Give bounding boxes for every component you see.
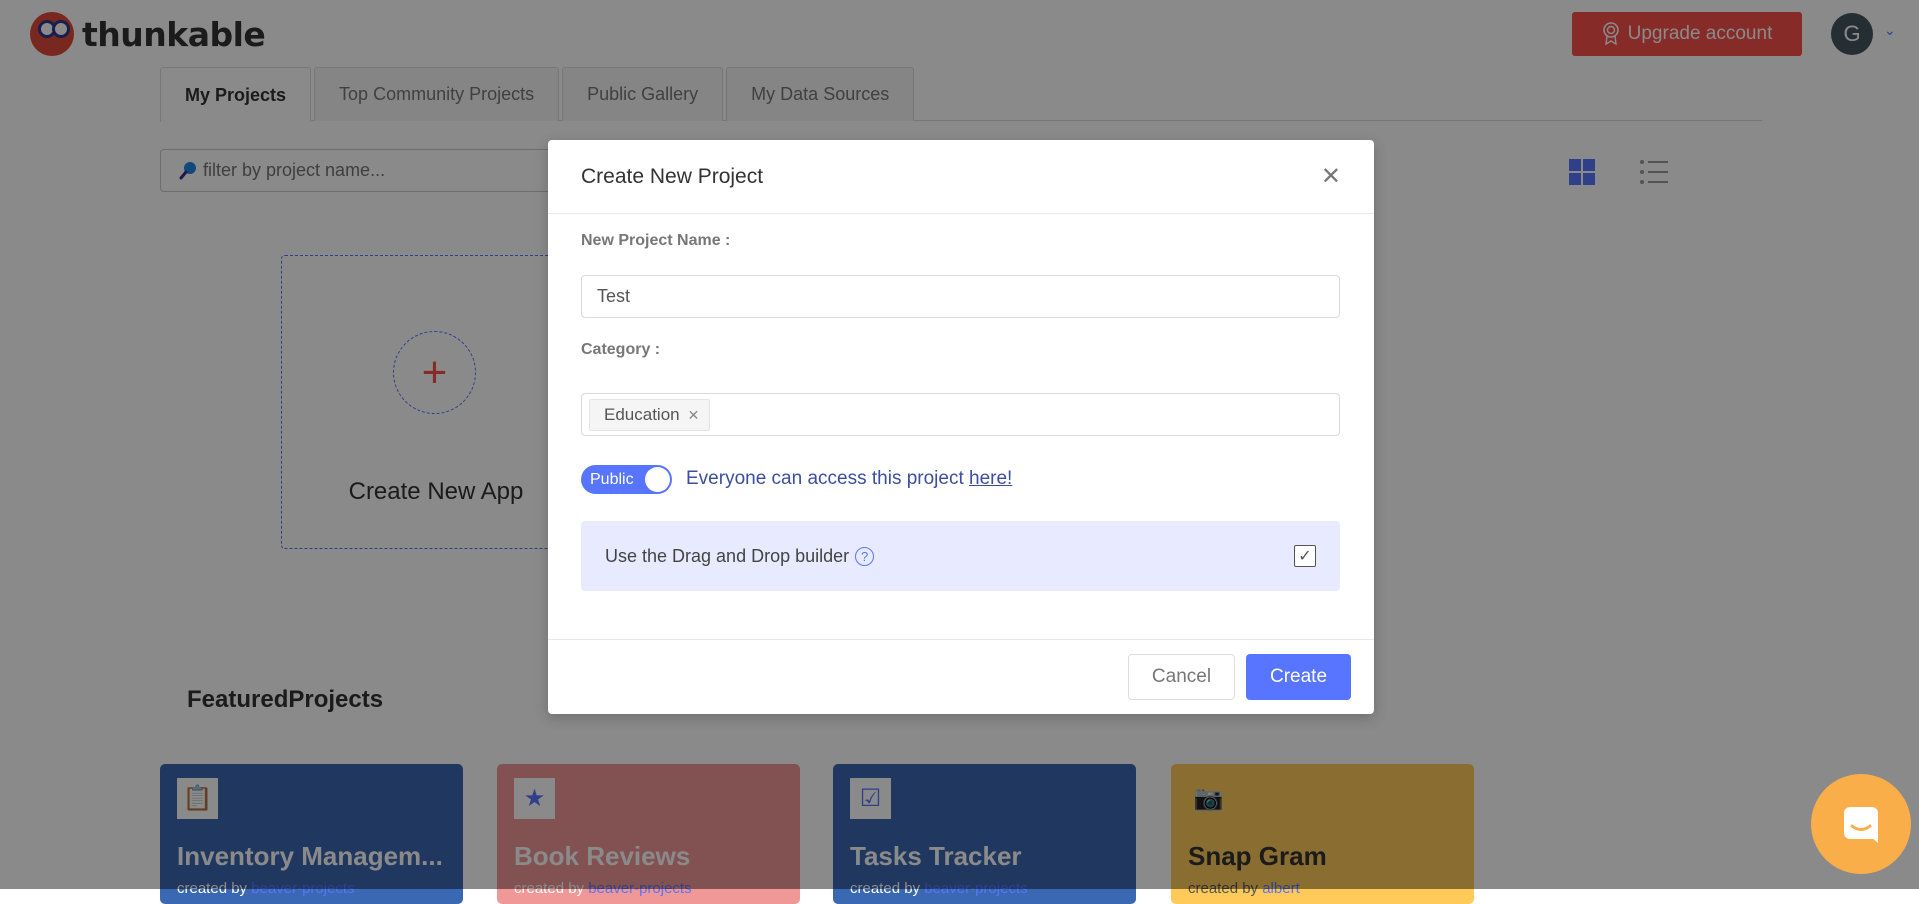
here-link[interactable]: here! (969, 468, 1012, 489)
modal-title: Create New Project (581, 164, 764, 188)
project-name-input[interactable] (582, 276, 1339, 317)
project-name-label: New Project Name : (581, 232, 731, 249)
dnd-checkbox[interactable]: ✓ (1294, 545, 1316, 567)
toggle-knob (645, 467, 670, 492)
close-icon[interactable]: ✕ (1321, 162, 1341, 191)
help-icon[interactable]: ? (855, 546, 875, 566)
category-tag-label: Education (604, 405, 680, 424)
toggle-label: Public (590, 470, 634, 488)
drag-drop-builder-option: Use the Drag and Drop builder? ✓ (581, 521, 1340, 591)
public-toggle[interactable]: Public (581, 465, 672, 494)
dnd-label: Use the Drag and Drop builder (605, 545, 850, 566)
category-label: Category : (581, 341, 661, 358)
create-button[interactable]: Create (1246, 654, 1351, 700)
public-description: Everyone can access this project here! (686, 468, 1012, 490)
category-tag: Education ✕ (589, 399, 711, 431)
category-select[interactable]: Education ✕ (581, 393, 1340, 436)
cancel-button[interactable]: Cancel (1128, 654, 1235, 700)
remove-tag-icon[interactable]: ✕ (688, 407, 700, 424)
create-project-modal: Create New Project ✕ New Project Name : … (548, 140, 1374, 714)
chat-launcher-button[interactable] (1811, 774, 1911, 874)
chat-icon (1844, 807, 1878, 843)
modal-footer: Cancel Create (548, 639, 1374, 714)
public-text: Everyone can access this project (686, 468, 970, 489)
project-name-field (581, 275, 1340, 318)
